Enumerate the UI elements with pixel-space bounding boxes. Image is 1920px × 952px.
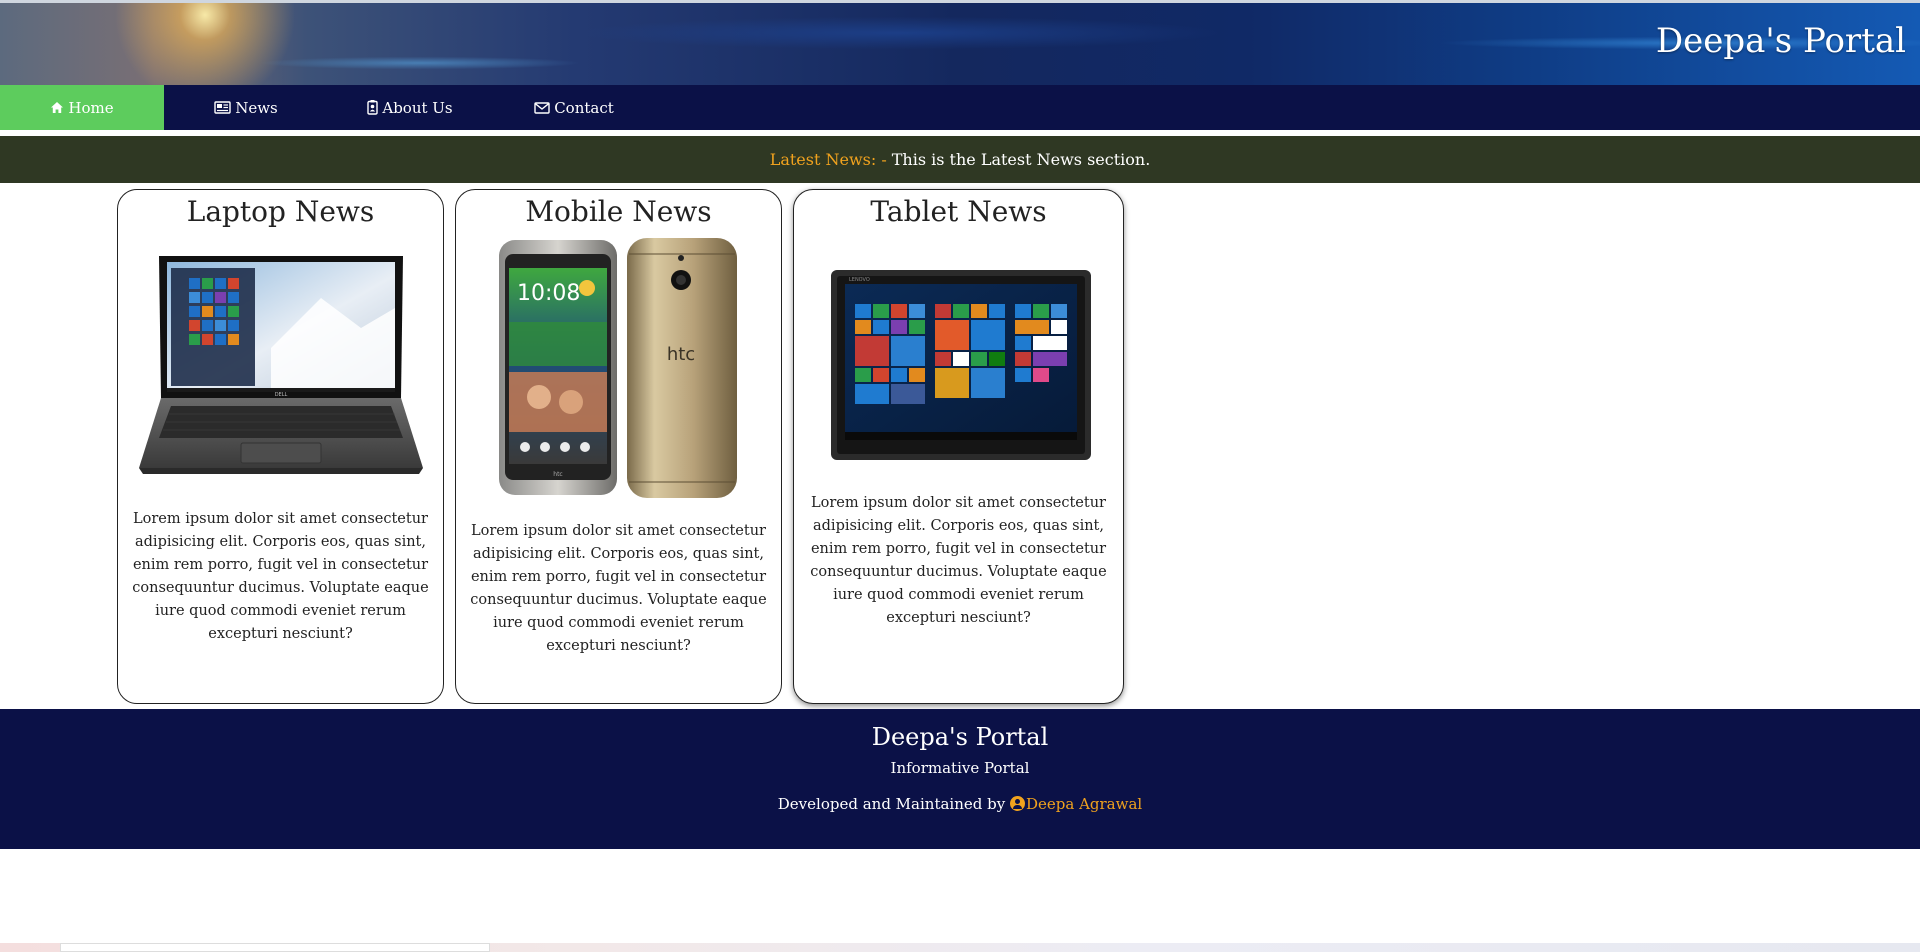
svg-text:10:08: 10:08 <box>517 281 580 306</box>
ticker-label: Latest News: - <box>769 150 887 169</box>
footer-developed-by: Developed and Maintained by <box>777 795 1006 813</box>
phone-image: 10:08 htc htc <box>469 232 769 510</box>
ticker-text: This is the Latest News section. <box>891 150 1151 169</box>
nav-item-about[interactable]: About Us <box>328 85 492 130</box>
tablet-image: LENOVO <box>809 234 1109 474</box>
footer-title: Deepa's Portal <box>871 723 1049 751</box>
card-body: Lorem ipsum dolor sit amet consectetur a… <box>132 511 429 642</box>
nav-label-news: News <box>235 98 278 117</box>
footer-subtitle: Informative Portal <box>890 759 1030 777</box>
bottom-panel <box>60 943 490 952</box>
footer-credit: Developed and Maintained by Deepa Agrawa… <box>0 795 1920 813</box>
site-footer: Deepa's Portal Informative Portal Develo… <box>0 709 1920 849</box>
home-icon <box>50 101 64 114</box>
envelope-icon <box>534 101 550 114</box>
card-body: Lorem ipsum dolor sit amet consectetur a… <box>810 495 1107 626</box>
nav-item-home[interactable]: Home <box>0 85 164 130</box>
news-card-tablet: Tablet News LENOVO Lorem ipsum dolor sit… <box>793 189 1124 704</box>
nav-item-news[interactable]: News <box>164 85 328 130</box>
latest-news-ticker: Latest News: - This is the Latest News s… <box>0 136 1920 183</box>
nav-label-home: Home <box>68 98 114 117</box>
card-title: Mobile News <box>525 195 712 228</box>
nav-label-about: About Us <box>382 98 453 117</box>
author-link[interactable]: Deepa Agrawal <box>1026 795 1142 813</box>
site-title: Deepa's Portal <box>1655 21 1906 61</box>
svg-text:LENOVO: LENOVO <box>849 277 870 283</box>
svg-text:htc: htc <box>553 471 562 478</box>
user-circle-icon <box>1009 796 1025 811</box>
laptop-image: DELL <box>131 238 431 498</box>
header-banner: Deepa's Portal <box>0 0 1920 85</box>
main-nav: Home News About Us Contact <box>0 85 1920 130</box>
nav-item-contact[interactable]: Contact <box>492 85 656 130</box>
card-body: Lorem ipsum dolor sit amet consectetur a… <box>470 523 767 654</box>
card-title: Tablet News <box>870 195 1047 228</box>
newspaper-icon <box>214 101 231 114</box>
nav-label-contact: Contact <box>554 98 614 117</box>
id-badge-icon <box>367 100 379 115</box>
news-card-mobile: Mobile News 10:08 htc htc Lorem ipsum do… <box>455 189 782 704</box>
news-card-laptop: Laptop News DELL Lorem ipsum dolor sit a… <box>117 189 444 704</box>
svg-text:htc: htc <box>666 344 694 365</box>
svg-text:DELL: DELL <box>274 392 287 398</box>
card-title: Laptop News <box>186 195 375 228</box>
